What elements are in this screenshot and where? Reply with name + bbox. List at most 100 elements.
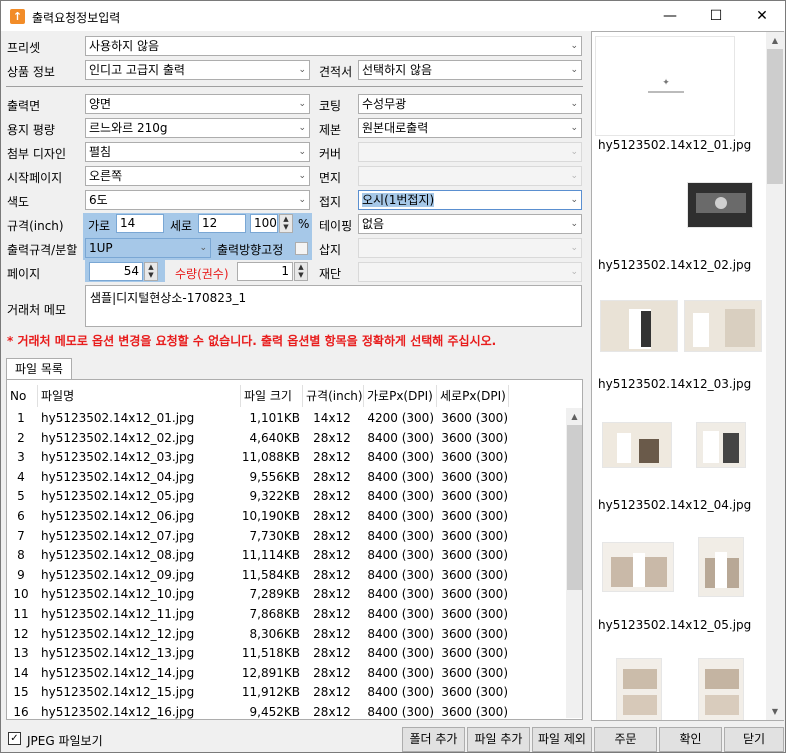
scroll-down-icon[interactable]: ▼ [766,703,784,720]
cell-width-px: 8400 (300) [367,509,434,523]
cell-width-px: 4200 (300) [367,411,434,425]
thumbnail-image[interactable] [600,300,678,352]
scale-input[interactable]: 100 [250,214,278,233]
scrollbar-thumb[interactable] [767,49,783,184]
table-row[interactable]: 4 hy5123502.14x12_04.jpg 9,556KB 28x12 8400 … [7,467,567,487]
column-header-width-px[interactable]: 가로Px(DPI) [364,385,437,407]
table-row[interactable]: 5 hy5123502.14x12_05.jpg 9,322KB 28x12 8400 … [7,486,567,506]
taping-select[interactable]: 없음 ⌄ [358,214,582,234]
coating-select[interactable]: 수성무광 ⌄ [358,94,582,114]
add-folder-button[interactable]: 폴더 추가 [402,727,465,752]
cell-size: 28x12 [313,548,351,563]
cut-select[interactable]: ⌄ [358,262,582,282]
product-select[interactable]: 인디고 고급지 출력 ⌄ [85,60,310,80]
preset-select[interactable]: 사용하지 않음 ⌄ [85,36,582,56]
table-row[interactable]: 7 hy5123502.14x12_07.jpg 7,730KB 28x12 8400 … [7,526,567,546]
insert-select[interactable]: ⌄ [358,238,582,258]
scrollbar-thumb[interactable] [567,425,582,590]
table-row[interactable]: 2 hy5123502.14x12_02.jpg 4,640KB 28x12 8400 … [7,428,567,448]
page-label: 페이지 [7,267,41,281]
binding-value: 원본대로출력 [362,121,429,135]
thumbnail-scrollbar[interactable]: ▲ ▼ [766,32,784,720]
paper-select[interactable]: 르느와르 210g ⌄ [85,118,310,138]
table-row[interactable]: 1 hy5123502.14x12_01.jpg 1,101KB 14x12 4200 … [7,408,567,428]
cell-width-px: 8400 (300) [367,705,434,719]
cell-filesize: 7,289KB [249,587,300,602]
jpeg-view-checkbox[interactable]: ✓ [8,732,21,745]
thumbnail-image[interactable] [698,537,744,597]
output-label: 출력규격/분할 [7,243,78,257]
estimate-select[interactable]: 선택하지 않음 ⌄ [358,60,582,80]
color-select[interactable]: 6도 ⌄ [85,190,310,210]
thumbnail-image[interactable] [602,422,672,468]
scale-spinner[interactable]: ▲ ▼ [279,214,293,233]
thumbnail-image[interactable] [684,300,762,352]
fixdir-checkbox[interactable] [295,242,308,255]
output-select[interactable]: 1UP ⌄ [85,238,211,258]
minimize-button[interactable]: — [647,1,693,31]
output-value: 1UP [89,241,113,255]
cell-filename: hy5123502.14x12_11.jpg [41,607,195,621]
thumbnail-name: hy5123502.14x12_02.jpg [598,258,752,272]
cell-filesize: 8,306KB [249,626,300,641]
thumbnail-image[interactable]: ✦ [595,36,735,136]
chevron-down-icon: ⌄ [570,267,578,277]
page-input[interactable]: 54 [89,262,143,281]
table-row[interactable]: 8 hy5123502.14x12_08.jpg 11,114KB 28x12 8400… [7,545,567,565]
column-header-filesize[interactable]: 파일 크기 [241,385,303,407]
table-row[interactable]: 3 hy5123502.14x12_03.jpg 11,088KB 28x12 8400… [7,447,567,467]
thumbnail-image[interactable] [696,422,746,468]
cell-height-px: 3600 (300) [441,509,508,523]
startpage-label: 시작페이지 [7,171,63,185]
order-button[interactable]: 주문 [594,727,657,752]
table-row[interactable]: 12 hy5123502.14x12_12.jpg 8,306KB 28x12 8400… [7,624,567,644]
table-row[interactable]: 16 hy5123502.14x12_16.jpg 9,452KB 28x12 8400… [7,702,567,719]
height-input[interactable]: 12 [198,214,246,233]
thumbnail-image[interactable] [698,658,744,720]
table-row[interactable]: 13 hy5123502.14x12_13.jpg 11,518KB 28x12 840… [7,643,567,663]
chevron-down-icon: ⌄ [199,243,207,253]
endpaper-select[interactable]: ⌄ [358,166,582,186]
column-header-size[interactable]: 규격(inch) [303,385,364,407]
qty-spinner[interactable]: ▲ ▼ [294,262,308,281]
thumbnail-image[interactable] [616,658,662,720]
close-window-button[interactable]: ✕ [739,1,785,31]
thumbnail-image[interactable] [687,182,753,228]
product-label: 상품 정보 [7,65,55,79]
side-select[interactable]: 양면 ⌄ [85,94,310,114]
page-spinner[interactable]: ▲ ▼ [144,262,158,281]
table-row[interactable]: 9 hy5123502.14x12_09.jpg 11,584KB 28x12 8400… [7,565,567,585]
tab-file-list[interactable]: 파일 목록 [6,358,72,380]
column-header-no[interactable]: No [7,385,38,407]
scroll-up-icon[interactable]: ▲ [766,32,784,49]
scroll-up-icon[interactable]: ▲ [566,408,582,425]
qty-input[interactable]: 1 [237,262,293,281]
fold-select[interactable]: 오시(1번접지) ⌄ [358,190,582,210]
cover-select[interactable]: ⌄ [358,142,582,162]
attach-select[interactable]: 펼침 ⌄ [85,142,310,162]
column-header-height-px[interactable]: 세로Px(DPI) [437,385,509,407]
table-scrollbar[interactable]: ▲ [566,408,582,718]
memo-textarea[interactable]: 샘플|디지털현상소-170823_1 [85,285,582,327]
table-row[interactable]: 14 hy5123502.14x12_14.jpg 12,891KB 28x12 840… [7,663,567,683]
fold-value: 오시(1번접지) [362,193,435,207]
table-row[interactable]: 6 hy5123502.14x12_06.jpg 10,190KB 28x12 8400… [7,506,567,526]
startpage-select[interactable]: 오른쪽 ⌄ [85,166,310,186]
cell-width-px: 8400 (300) [367,469,434,484]
coating-value: 수성무광 [362,97,407,111]
remove-file-button[interactable]: 파일 제외 [532,727,592,752]
confirm-button[interactable]: 확인 [659,727,722,752]
table-row[interactable]: 11 hy5123502.14x12_11.jpg 7,868KB 28x12 8400… [7,604,567,624]
table-row[interactable]: 15 hy5123502.14x12_15.jpg 11,912KB 28x12 840… [7,682,567,702]
maximize-button[interactable]: ☐ [693,1,739,31]
cell-filename: hy5123502.14x12_04.jpg [41,469,195,484]
width-input[interactable]: 14 [116,214,164,233]
table-row[interactable]: 10 hy5123502.14x12_10.jpg 7,289KB 28x12 8400… [7,584,567,604]
binding-select[interactable]: 원본대로출력 ⌄ [358,118,582,138]
add-file-button[interactable]: 파일 추가 [467,727,530,752]
thumbnail-image[interactable] [602,542,674,592]
column-header-filename[interactable]: 파일명 [38,385,241,407]
svg-text:✦: ✦ [662,78,670,88]
color-value: 6도 [89,193,108,207]
close-button[interactable]: 닫기 [724,727,784,752]
